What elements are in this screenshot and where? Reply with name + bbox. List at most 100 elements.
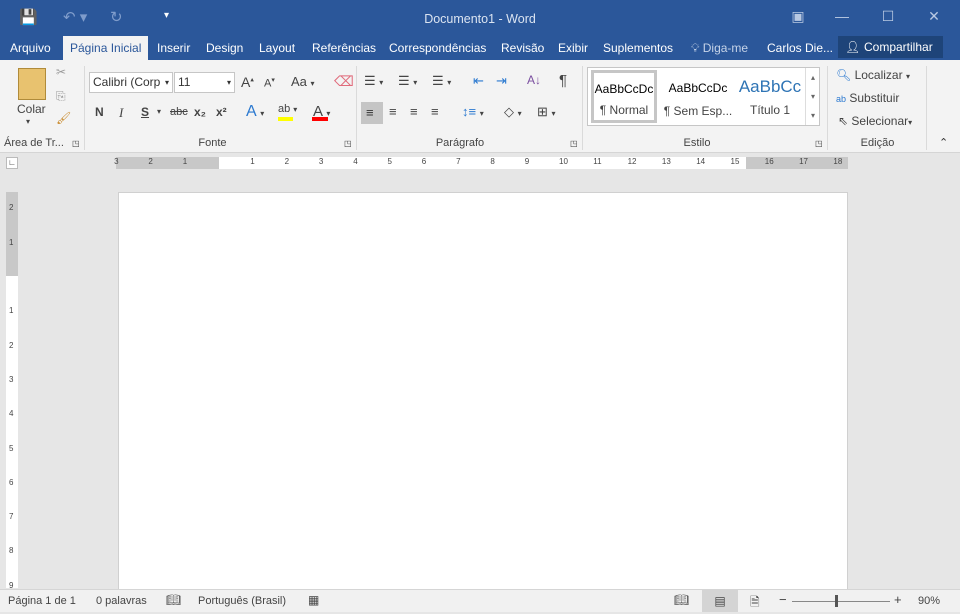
tab-revisao[interactable]: Revisão	[494, 36, 551, 60]
grow-font-icon[interactable]: A▴	[241, 74, 254, 90]
dialog-launcher-icon[interactable]: ◳	[344, 139, 352, 148]
line-spacing-icon[interactable]: ↕≡ ▾	[462, 104, 484, 119]
change-case-button[interactable]: Aa ▾	[291, 74, 315, 89]
style-no-spacing[interactable]: AaBbCcDc ¶ Sem Esp...	[662, 68, 734, 125]
ruler-number: 8	[490, 157, 495, 166]
close-icon[interactable]: ✕	[924, 8, 944, 25]
macro-icon[interactable]: ▦	[308, 593, 319, 607]
shrink-font-icon[interactable]: A▾	[264, 76, 275, 90]
ribbon-display-icon[interactable]: ▣	[788, 8, 808, 25]
editing-group-label: Edição	[860, 137, 895, 149]
horizontal-ruler[interactable]: 3 2 1 1 2 3 4 5 6 7 8 9 10 11 12 13 14 15 16 17 18	[114, 157, 848, 169]
ruler-number: 14	[696, 157, 706, 166]
word-count[interactable]: 0 palavras	[96, 595, 147, 607]
align-right-button[interactable]: ≡	[410, 104, 418, 119]
ruler-number: 3	[9, 374, 14, 384]
increase-indent-icon[interactable]: ⇥	[496, 73, 507, 89]
share-button[interactable]: 👤︎ Compartilhar	[838, 36, 943, 58]
page-count[interactable]: Página 1 de 1	[8, 595, 76, 607]
font-name-combo[interactable]: Calibri (Corp ▾	[89, 72, 173, 93]
tab-layout[interactable]: Layout	[252, 36, 302, 60]
justify-button[interactable]: ≡	[431, 104, 439, 119]
style-name: Título 1	[749, 103, 791, 117]
select-button[interactable]: ⇖ Selecionar▾	[838, 114, 912, 128]
underline-dropdown[interactable]: ▾	[157, 107, 161, 116]
maximize-icon[interactable]: ☐	[878, 8, 898, 25]
zoom-out-button[interactable]: −	[779, 592, 787, 607]
strikethrough-button[interactable]: abc	[170, 106, 188, 118]
superscript-button[interactable]: x²	[216, 105, 227, 119]
tab-inserir[interactable]: Inserir	[150, 36, 197, 60]
replace-button[interactable]: ab Substituir	[836, 91, 899, 105]
paste-button[interactable]: Colar	[17, 102, 46, 116]
language[interactable]: Português (Brasil)	[198, 595, 286, 607]
font-name-value: Calibri (Corp	[93, 75, 161, 89]
borders-icon[interactable]: ⊞ ▾	[537, 104, 556, 120]
font-size-combo[interactable]: 11 ▾	[174, 72, 235, 93]
window-title: Documento1 - Word	[424, 12, 536, 26]
search-icon: 🔍︎	[836, 68, 852, 82]
zoom-level[interactable]: 90%	[918, 595, 940, 607]
copy-icon[interactable]: ⎘	[56, 89, 66, 104]
italic-button[interactable]: I	[119, 105, 123, 121]
user-account[interactable]: Carlos Die...	[760, 36, 840, 60]
lightbulb-icon: 💡︎	[691, 41, 700, 55]
underline-button[interactable]: S	[141, 105, 149, 119]
style-name: ¶ Normal	[599, 103, 649, 117]
tab-referencias[interactable]: Referências	[305, 36, 383, 60]
collapse-ribbon-icon[interactable]: ⌃	[939, 136, 948, 149]
decrease-indent-icon[interactable]: ⇤	[473, 73, 484, 89]
tab-pagina-inicial[interactable]: Página Inicial	[63, 36, 149, 60]
style-preview: AaBbCc	[738, 77, 802, 96]
dialog-launcher-icon[interactable]: ◳	[72, 139, 80, 148]
bold-button[interactable]: N	[95, 105, 104, 119]
proofing-icon[interactable]: 📖︎	[166, 593, 181, 607]
vertical-ruler[interactable]: 21123456789	[6, 192, 18, 590]
highlight-icon[interactable]: ab ▾	[278, 103, 297, 115]
ruler-number: 6	[9, 477, 14, 487]
ruler-number: 6	[421, 157, 427, 166]
read-mode-icon[interactable]: 📖︎	[674, 593, 689, 607]
zoom-slider[interactable]	[792, 601, 890, 602]
minimize-icon[interactable]: —	[832, 8, 852, 24]
sort-icon[interactable]: A↓	[527, 73, 541, 87]
paste-icon[interactable]	[18, 68, 46, 100]
style-heading-1[interactable]: AaBbCc Título 1	[734, 68, 806, 125]
dialog-launcher-icon[interactable]: ◳	[815, 139, 823, 148]
bullets-icon[interactable]: ☰ ▾	[364, 73, 383, 89]
clear-formatting-icon[interactable]: ⌫	[334, 73, 354, 90]
divider	[827, 66, 828, 150]
find-button[interactable]: 🔍︎ Localizar ▾	[836, 68, 910, 82]
tab-selector-icon[interactable]: ∟	[6, 157, 18, 169]
web-layout-icon[interactable]: 🗎︎	[750, 593, 760, 614]
tab-design[interactable]: Design	[199, 36, 250, 60]
dialog-launcher-icon[interactable]: ◳	[570, 139, 578, 148]
styles-gallery: AaBbCcDc ¶ Normal AaBbCcDc ¶ Sem Esp... Aa…	[587, 67, 820, 126]
numbering-icon[interactable]: ☰ ▾	[398, 73, 417, 89]
text-effects-icon[interactable]: A ▾	[246, 103, 264, 121]
paste-dropdown[interactable]: ▾	[26, 117, 30, 126]
styles-scrollbar[interactable]: ▴ ▾ ▾	[805, 68, 820, 125]
multilevel-list-icon[interactable]: ☰ ▾	[432, 73, 451, 89]
align-center-button[interactable]: ≡	[389, 104, 397, 119]
cut-icon[interactable]: ✂	[56, 65, 66, 79]
tell-me[interactable]: 💡︎ Diga-me	[684, 36, 755, 60]
ruler-number: 1	[9, 306, 14, 316]
zoom-in-button[interactable]: +	[894, 592, 902, 607]
tab-correspondencias[interactable]: Correspondências	[382, 36, 493, 60]
ruler-number: 11	[593, 157, 602, 166]
tab-arquivo[interactable]: Arquivo	[3, 36, 58, 60]
format-painter-icon[interactable]: 🖌︎	[56, 111, 71, 125]
document-page[interactable]	[118, 192, 848, 589]
tab-suplementos[interactable]: Suplementos	[596, 36, 680, 60]
show-marks-button[interactable]: ¶	[559, 72, 567, 89]
style-normal[interactable]: AaBbCcDc ¶ Normal	[591, 70, 657, 123]
print-layout-icon[interactable]: ▤	[702, 590, 738, 612]
zoom-slider-thumb[interactable]	[834, 595, 838, 607]
align-left-button[interactable]: ≡	[361, 102, 383, 124]
shading-icon[interactable]: ◇ ▾	[504, 104, 522, 120]
subscript-button[interactable]: x₂	[194, 105, 206, 119]
ruler-number: 2	[9, 340, 14, 350]
tab-exibir[interactable]: Exibir	[551, 36, 595, 60]
status-bar: Página 1 de 1 0 palavras 📖︎ Português (B…	[0, 589, 960, 612]
